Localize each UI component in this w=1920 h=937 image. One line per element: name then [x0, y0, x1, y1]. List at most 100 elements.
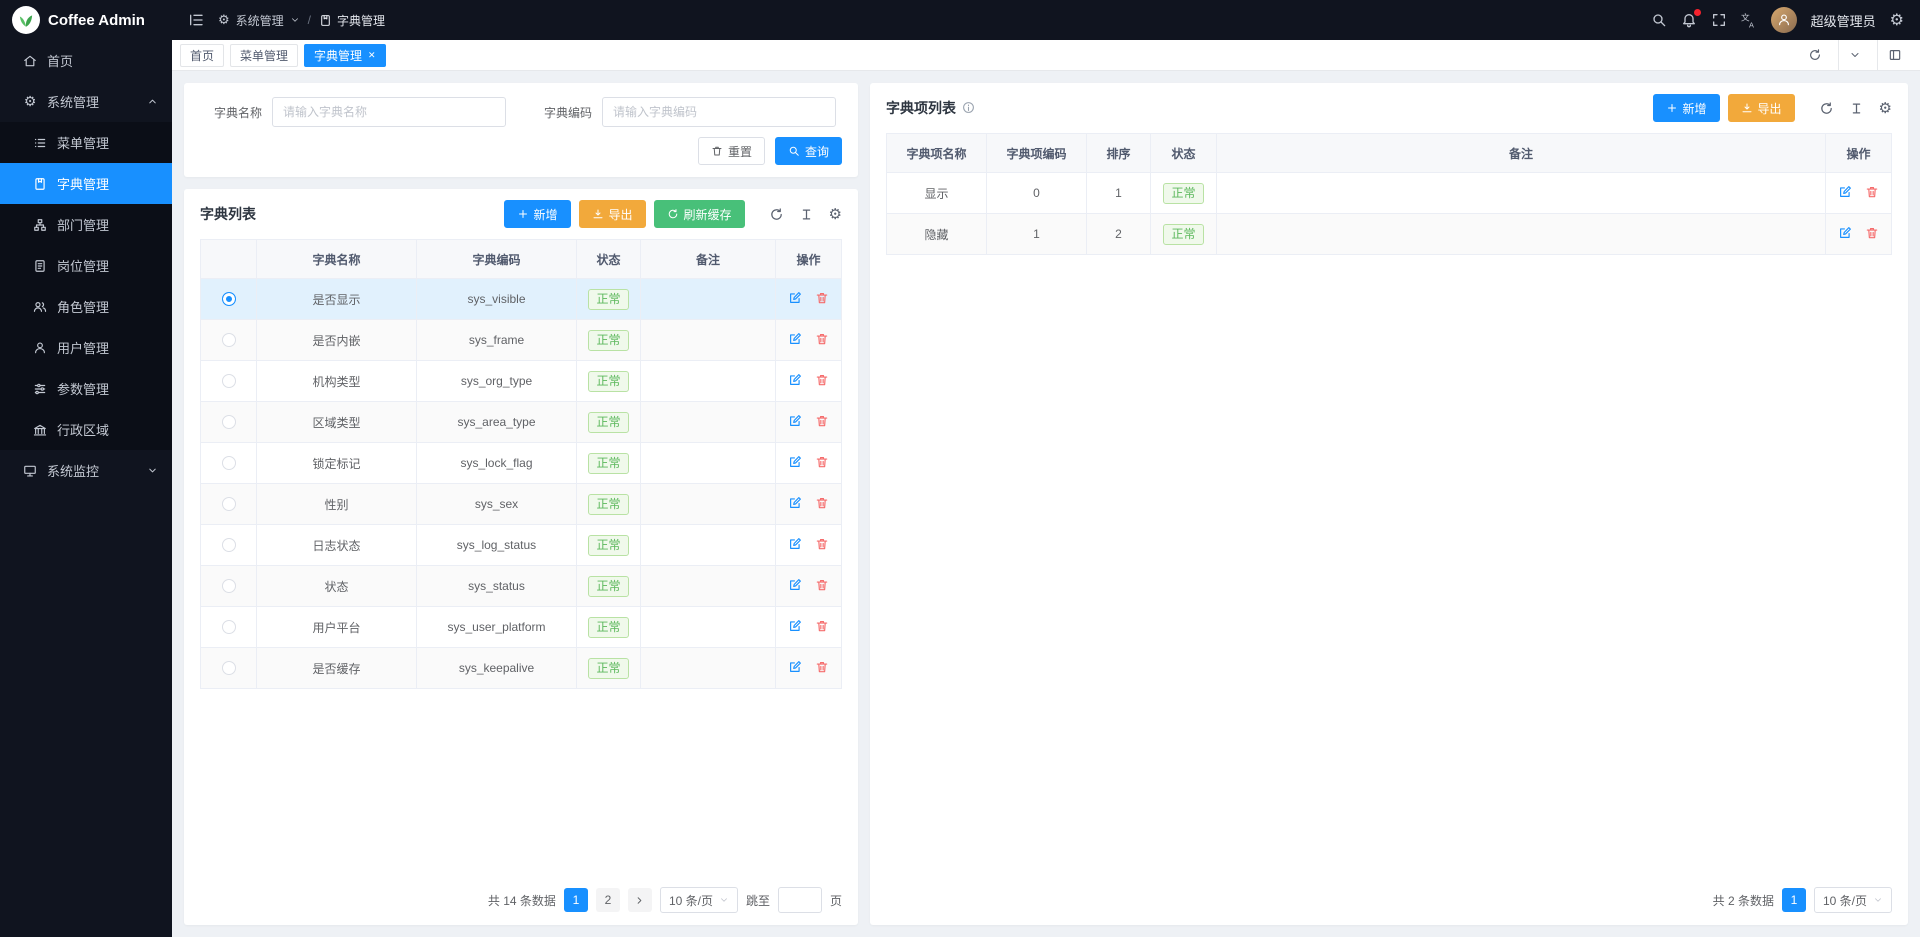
chevron-down-icon [719, 895, 729, 905]
edit-icon[interactable] [788, 373, 802, 387]
delete-icon[interactable] [815, 455, 829, 469]
next-page-button[interactable] [628, 888, 652, 912]
edit-icon[interactable] [1838, 226, 1852, 240]
edit-icon[interactable] [788, 537, 802, 551]
delete-icon[interactable] [815, 619, 829, 633]
status-badge: 正常 [1163, 183, 1203, 204]
page-button-1[interactable]: 1 [1782, 888, 1806, 912]
delete-icon[interactable] [815, 496, 829, 510]
username[interactable]: 超级管理员 [1811, 11, 1876, 30]
sidebar-group-monitor[interactable]: 系统监控 [0, 450, 172, 491]
sidebar-item-param-mgmt[interactable]: 参数管理 [0, 368, 172, 409]
delete-icon[interactable] [815, 414, 829, 428]
page-size-select[interactable]: 10 条/页 [1814, 887, 1892, 913]
row-radio[interactable] [222, 333, 236, 347]
sidebar-item-menu-mgmt[interactable]: 菜单管理 [0, 122, 172, 163]
page-size-select[interactable]: 10 条/页 [660, 887, 738, 913]
sidebar-item-dict-mgmt[interactable]: 字典管理 [0, 163, 172, 204]
table-row[interactable]: 日志状态 sys_log_status 正常 [201, 525, 842, 566]
edit-icon[interactable] [788, 619, 802, 633]
table-row[interactable]: 性别 sys_sex 正常 [201, 484, 842, 525]
settings-gear-icon[interactable]: ⚙ [1890, 12, 1904, 28]
delete-icon[interactable] [1865, 185, 1879, 199]
table-row[interactable]: 是否内嵌 sys_frame 正常 [201, 320, 842, 361]
tab-home[interactable]: 首页 [180, 44, 224, 67]
row-radio[interactable] [222, 374, 236, 388]
delete-icon[interactable] [815, 291, 829, 305]
table-row[interactable]: 区域类型 sys_area_type 正常 [201, 402, 842, 443]
search-icon[interactable] [1651, 12, 1667, 28]
row-radio[interactable] [222, 292, 236, 306]
reset-button[interactable]: 重置 [698, 137, 765, 165]
breadcrumb-root[interactable]: 系统管理 [236, 12, 284, 29]
page-button-1[interactable]: 1 [564, 888, 588, 912]
sidebar-item-user-mgmt[interactable]: 用户管理 [0, 327, 172, 368]
edit-icon[interactable] [788, 578, 802, 592]
row-radio[interactable] [222, 538, 236, 552]
delete-icon[interactable] [815, 332, 829, 346]
tab-options-chevron-icon[interactable] [1838, 40, 1871, 70]
plus-icon [1666, 102, 1678, 114]
notification-bell-icon[interactable] [1681, 12, 1697, 28]
edit-icon[interactable] [788, 332, 802, 346]
row-radio[interactable] [222, 456, 236, 470]
jump-page-input[interactable] [778, 887, 822, 913]
edit-icon[interactable] [788, 496, 802, 510]
table-row[interactable]: 状态 sys_status 正常 [201, 566, 842, 607]
info-icon[interactable] [962, 101, 975, 116]
row-density-icon[interactable] [799, 207, 814, 222]
sidebar-item-role-mgmt[interactable]: 角色管理 [0, 286, 172, 327]
refresh-cache-button[interactable]: 刷新缓存 [654, 200, 745, 228]
expand-content-icon[interactable] [1877, 40, 1912, 70]
row-radio[interactable] [222, 579, 236, 593]
edit-icon[interactable] [788, 291, 802, 305]
table-settings-gear-icon[interactable]: ⚙ [1879, 101, 1892, 116]
add-dict-item-button[interactable]: 新增 [1653, 94, 1720, 122]
row-density-icon[interactable] [1849, 101, 1864, 116]
refresh-table-icon[interactable] [769, 207, 784, 222]
query-button[interactable]: 查询 [775, 137, 842, 165]
row-radio[interactable] [222, 497, 236, 511]
collapse-sidebar-icon[interactable] [188, 12, 204, 28]
table-row[interactable]: 是否显示 sys_visible 正常 [201, 279, 842, 320]
refresh-table-icon[interactable] [1819, 101, 1834, 116]
app-logo[interactable]: Coffee Admin [0, 0, 172, 40]
table-row[interactable]: 用户平台 sys_user_platform 正常 [201, 607, 842, 648]
fullscreen-icon[interactable] [1711, 12, 1727, 28]
row-radio[interactable] [222, 620, 236, 634]
delete-icon[interactable] [815, 537, 829, 551]
avatar[interactable] [1771, 7, 1797, 33]
sidebar-item-home[interactable]: 首页 [0, 40, 172, 81]
dict-name-input[interactable] [272, 97, 506, 127]
delete-icon[interactable] [815, 578, 829, 592]
row-radio[interactable] [222, 415, 236, 429]
delete-icon[interactable] [815, 373, 829, 387]
tab-dict-mgmt[interactable]: 字典管理✕ [304, 44, 386, 67]
row-radio[interactable] [222, 661, 236, 675]
export-dict-item-button[interactable]: 导出 [1728, 94, 1795, 122]
add-dict-button[interactable]: 新增 [504, 200, 571, 228]
delete-icon[interactable] [1865, 226, 1879, 240]
edit-icon[interactable] [788, 660, 802, 674]
table-row[interactable]: 显示 0 1 正常 [887, 173, 1892, 214]
sidebar-item-post-mgmt[interactable]: 岗位管理 [0, 245, 172, 286]
sidebar-group-system[interactable]: ⚙ 系统管理 [0, 81, 172, 122]
sidebar-item-region[interactable]: 行政区域 [0, 409, 172, 450]
table-row[interactable]: 机构类型 sys_org_type 正常 [201, 361, 842, 402]
tab-menu-mgmt[interactable]: 菜单管理 [230, 44, 298, 67]
edit-icon[interactable] [788, 414, 802, 428]
edit-icon[interactable] [1838, 185, 1852, 199]
refresh-tab-icon[interactable] [1798, 40, 1832, 70]
delete-icon[interactable] [815, 660, 829, 674]
table-row[interactable]: 锁定标记 sys_lock_flag 正常 [201, 443, 842, 484]
close-icon[interactable]: ✕ [368, 51, 376, 60]
sidebar-item-dept-mgmt[interactable]: 部门管理 [0, 204, 172, 245]
translate-icon[interactable] [1741, 12, 1757, 28]
table-row[interactable]: 是否缓存 sys_keepalive 正常 [201, 648, 842, 689]
page-button-2[interactable]: 2 [596, 888, 620, 912]
table-settings-gear-icon[interactable]: ⚙ [829, 207, 842, 222]
edit-icon[interactable] [788, 455, 802, 469]
table-row[interactable]: 隐藏 1 2 正常 [887, 214, 1892, 255]
export-dict-button[interactable]: 导出 [579, 200, 646, 228]
dict-code-input[interactable] [602, 97, 836, 127]
